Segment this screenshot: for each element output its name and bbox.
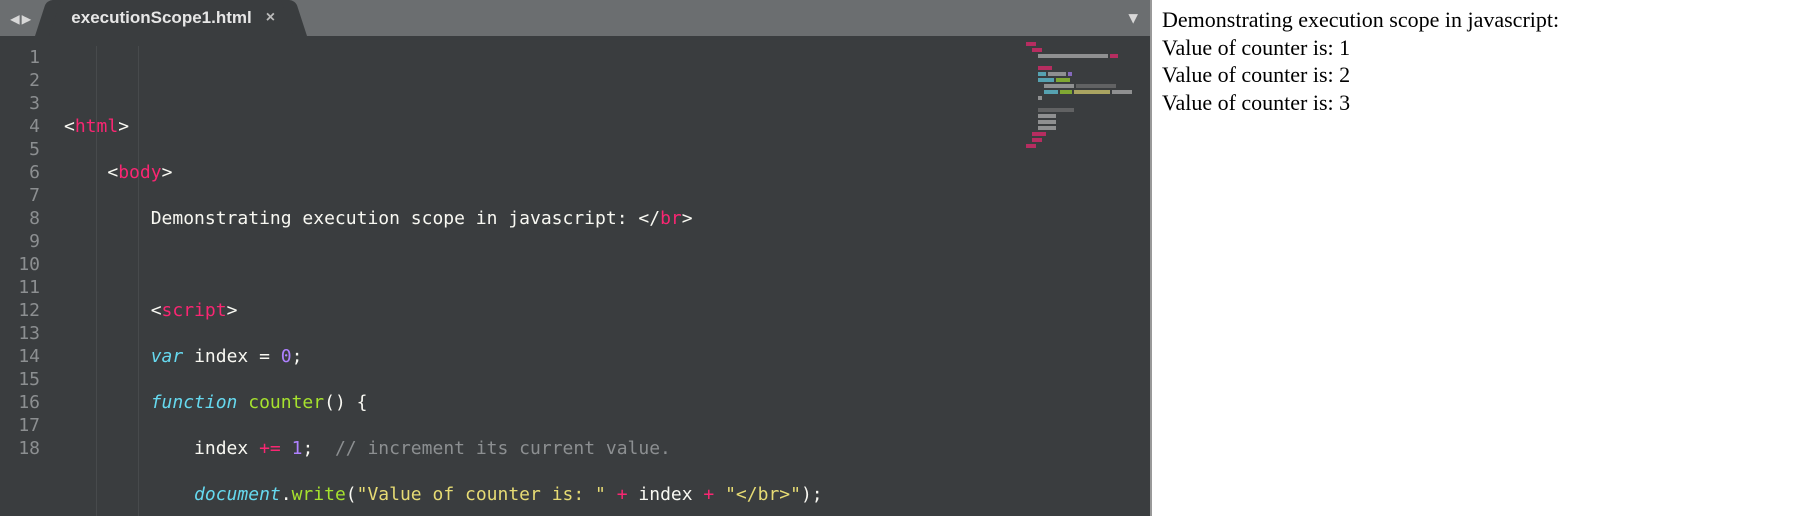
code-token: );: [801, 484, 823, 505]
line-number: 3: [0, 92, 40, 115]
line-number: 4: [0, 115, 40, 138]
code-token: +=: [248, 438, 291, 459]
nav-forward-icon[interactable]: ▶: [22, 9, 32, 28]
code-token: Demonstrating execution scope in javascr…: [151, 208, 639, 229]
code-token: document: [194, 484, 281, 505]
output-line: Value of counter is: 3: [1162, 89, 1790, 117]
line-number: 13: [0, 322, 40, 345]
line-number: 1: [0, 46, 40, 69]
minimap[interactable]: [1026, 42, 1146, 192]
code-token: .: [281, 484, 292, 505]
code-area[interactable]: 1 2 3 4 5 6 7 8 9 10 11 12 13 14 15 16 1…: [0, 36, 1150, 516]
code-token: write: [292, 484, 346, 505]
code-token: +: [606, 484, 639, 505]
tab-active[interactable]: executionScope1.html ×: [49, 0, 293, 36]
output-line: Value of counter is: 2: [1162, 61, 1790, 89]
nav-back-icon[interactable]: ◀: [10, 9, 20, 28]
code-token: script: [162, 300, 227, 321]
line-number: 11: [0, 276, 40, 299]
line-number: 18: [0, 437, 40, 460]
code-token: function: [151, 392, 238, 413]
code-token: index: [638, 484, 692, 505]
line-number: 10: [0, 253, 40, 276]
code-token: >: [682, 208, 693, 229]
line-number: 9: [0, 230, 40, 253]
code-token: [183, 346, 194, 367]
output-line: Value of counter is: 1: [1162, 34, 1790, 62]
code-token: <: [151, 300, 162, 321]
code-token: =: [248, 346, 281, 367]
code-token: ;: [292, 346, 303, 367]
line-number: 8: [0, 207, 40, 230]
code-token: ;: [302, 438, 335, 459]
code-token: 0: [281, 346, 292, 367]
line-number: 17: [0, 414, 40, 437]
code-token: (: [346, 484, 357, 505]
line-number: 15: [0, 368, 40, 391]
code-token: [64, 438, 194, 459]
line-number: 5: [0, 138, 40, 161]
code-token: <: [107, 162, 118, 183]
code-token: [237, 392, 248, 413]
tab-filename: executionScope1.html: [71, 8, 251, 28]
tab-bar: ◀ ▶ executionScope1.html × ▼: [0, 0, 1150, 36]
close-icon[interactable]: ×: [266, 9, 275, 27]
line-number: 6: [0, 161, 40, 184]
code-token: >: [227, 300, 238, 321]
code-token: >: [118, 116, 129, 137]
code-token: () {: [324, 392, 367, 413]
code-token: 1: [292, 438, 303, 459]
code-token: br: [660, 208, 682, 229]
code-token: body: [118, 162, 161, 183]
tab-overflow-icon[interactable]: ▼: [1128, 8, 1138, 27]
line-number-gutter: 1 2 3 4 5 6 7 8 9 10 11 12 13 14 15 16 1…: [0, 36, 54, 516]
code-token: <: [64, 116, 75, 137]
output-line: Demonstrating execution scope in javascr…: [1162, 6, 1790, 34]
code-token: index: [194, 438, 248, 459]
code-token: +: [693, 484, 726, 505]
line-number: 12: [0, 299, 40, 322]
line-number: 14: [0, 345, 40, 368]
code-token: index: [194, 346, 248, 367]
code-token: [64, 162, 107, 183]
code-token: var: [151, 346, 184, 367]
line-number: 16: [0, 391, 40, 414]
code-token: counter: [248, 392, 324, 413]
browser-output-pane: Demonstrating execution scope in javascr…: [1150, 0, 1800, 516]
code-text[interactable]: <html> <body> Demonstrating execution sc…: [54, 36, 1150, 516]
app-root: ◀ ▶ executionScope1.html × ▼ 1 2 3 4 5 6…: [0, 0, 1800, 516]
code-token: "</br>": [725, 484, 801, 505]
editor-pane: ◀ ▶ executionScope1.html × ▼ 1 2 3 4 5 6…: [0, 0, 1150, 516]
code-token: </: [638, 208, 660, 229]
code-token: >: [162, 162, 173, 183]
code-token: [64, 484, 194, 505]
code-token: "Value of counter is: ": [357, 484, 606, 505]
line-number: 2: [0, 69, 40, 92]
line-number: 7: [0, 184, 40, 207]
code-token: // increment its current value.: [335, 438, 671, 459]
